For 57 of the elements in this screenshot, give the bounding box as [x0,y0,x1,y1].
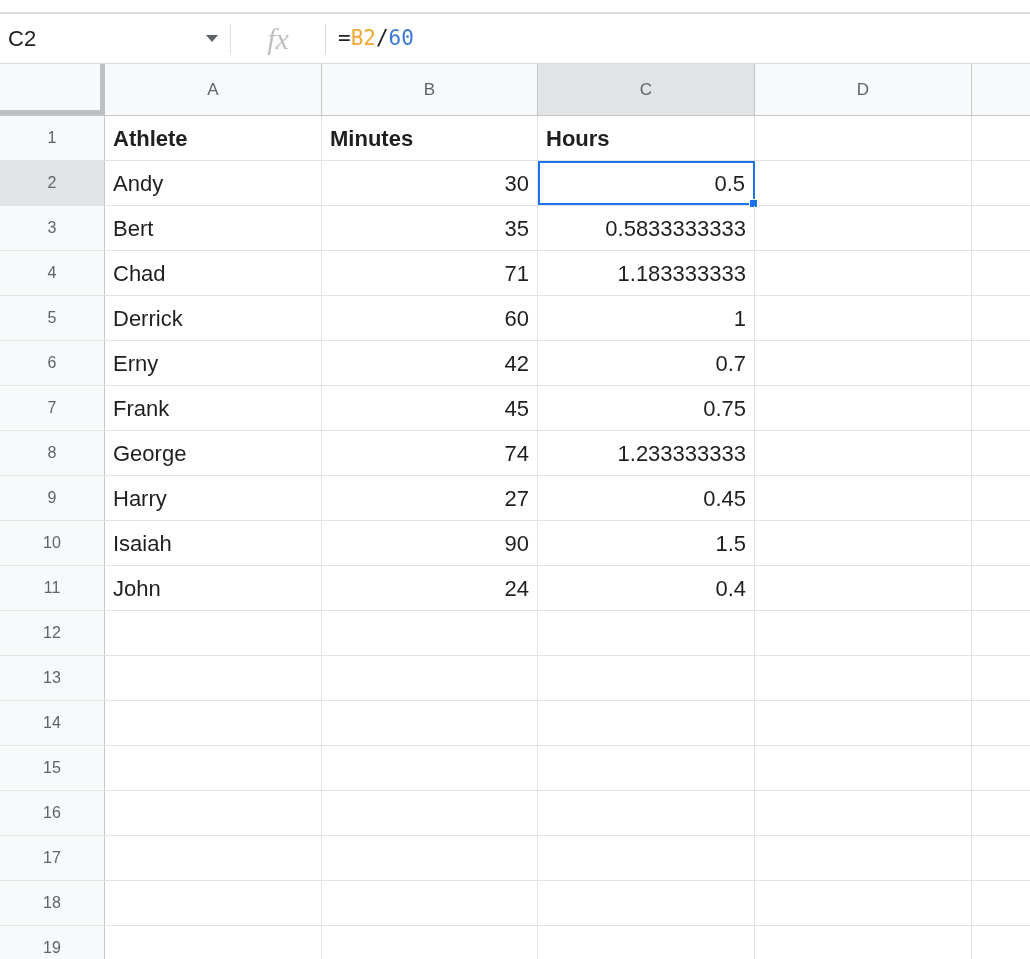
dropdown-caret-icon[interactable] [206,35,218,42]
row-header[interactable]: 11 [0,566,105,610]
table-cell[interactable]: 1.183333333 [538,251,755,295]
row-header[interactable]: 18 [0,881,105,925]
table-cell[interactable]: 0.4 [538,566,755,610]
table-cell[interactable]: 0.75 [538,386,755,430]
row-header[interactable]: 3 [0,206,105,250]
row-header[interactable]: 14 [0,701,105,745]
table-cell[interactable]: Hours [538,116,755,160]
name-box[interactable]: C2 [0,14,230,63]
row-header[interactable]: 2 [0,161,105,205]
table-cell[interactable]: 74 [322,431,538,475]
table-cell[interactable]: 45 [322,386,538,430]
table-cell[interactable]: John [105,566,322,610]
row-header[interactable]: 8 [0,431,105,475]
column-header[interactable]: C [538,64,755,115]
table-cell[interactable]: 35 [322,206,538,250]
table-cell[interactable]: 90 [322,521,538,565]
table-cell[interactable]: 0.5833333333 [538,206,755,250]
table-cell[interactable]: 60 [322,296,538,340]
table-cell[interactable]: 42 [322,341,538,385]
fill-handle[interactable] [749,199,758,208]
formula-field[interactable]: =B2/60 [326,14,1030,63]
row-header[interactable]: 17 [0,836,105,880]
row-header[interactable]: 19 [0,926,105,959]
row-header[interactable]: 15 [0,746,105,790]
row-header[interactable]: 6 [0,341,105,385]
row-header[interactable]: 16 [0,791,105,835]
table-cell[interactable]: Harry [105,476,322,520]
table-cell[interactable]: 1 [538,296,755,340]
fx-label: fx [266,21,290,57]
table-cell[interactable]: Frank [105,386,322,430]
table-cell[interactable]: Andy [105,161,322,205]
table-cell[interactable]: 0.7 [538,341,755,385]
table-cell[interactable]: 27 [322,476,538,520]
table-cell[interactable]: 71 [322,251,538,295]
table-cell[interactable]: 0.5 [538,161,755,205]
table-cell[interactable]: 1.233333333 [538,431,755,475]
table-cell[interactable]: 1.5 [538,521,755,565]
row-header[interactable]: 5 [0,296,105,340]
row-header[interactable]: 9 [0,476,105,520]
row-header[interactable]: 10 [0,521,105,565]
table-cell[interactable]: Athlete [105,116,322,160]
table-cell[interactable]: Isaiah [105,521,322,565]
table-cell[interactable]: George [105,431,322,475]
table-cell[interactable]: Minutes [322,116,538,160]
table-cell[interactable]: Erny [105,341,322,385]
table-cell[interactable]: Bert [105,206,322,250]
row-header[interactable]: 7 [0,386,105,430]
row-header[interactable]: 12 [0,611,105,655]
table-cell[interactable]: Derrick [105,296,322,340]
row-header[interactable]: 13 [0,656,105,700]
row-header[interactable]: 4 [0,251,105,295]
table-cell[interactable]: 0.45 [538,476,755,520]
row-header[interactable]: 1 [0,116,105,160]
table-cell[interactable]: 24 [322,566,538,610]
table-cell[interactable]: Chad [105,251,322,295]
